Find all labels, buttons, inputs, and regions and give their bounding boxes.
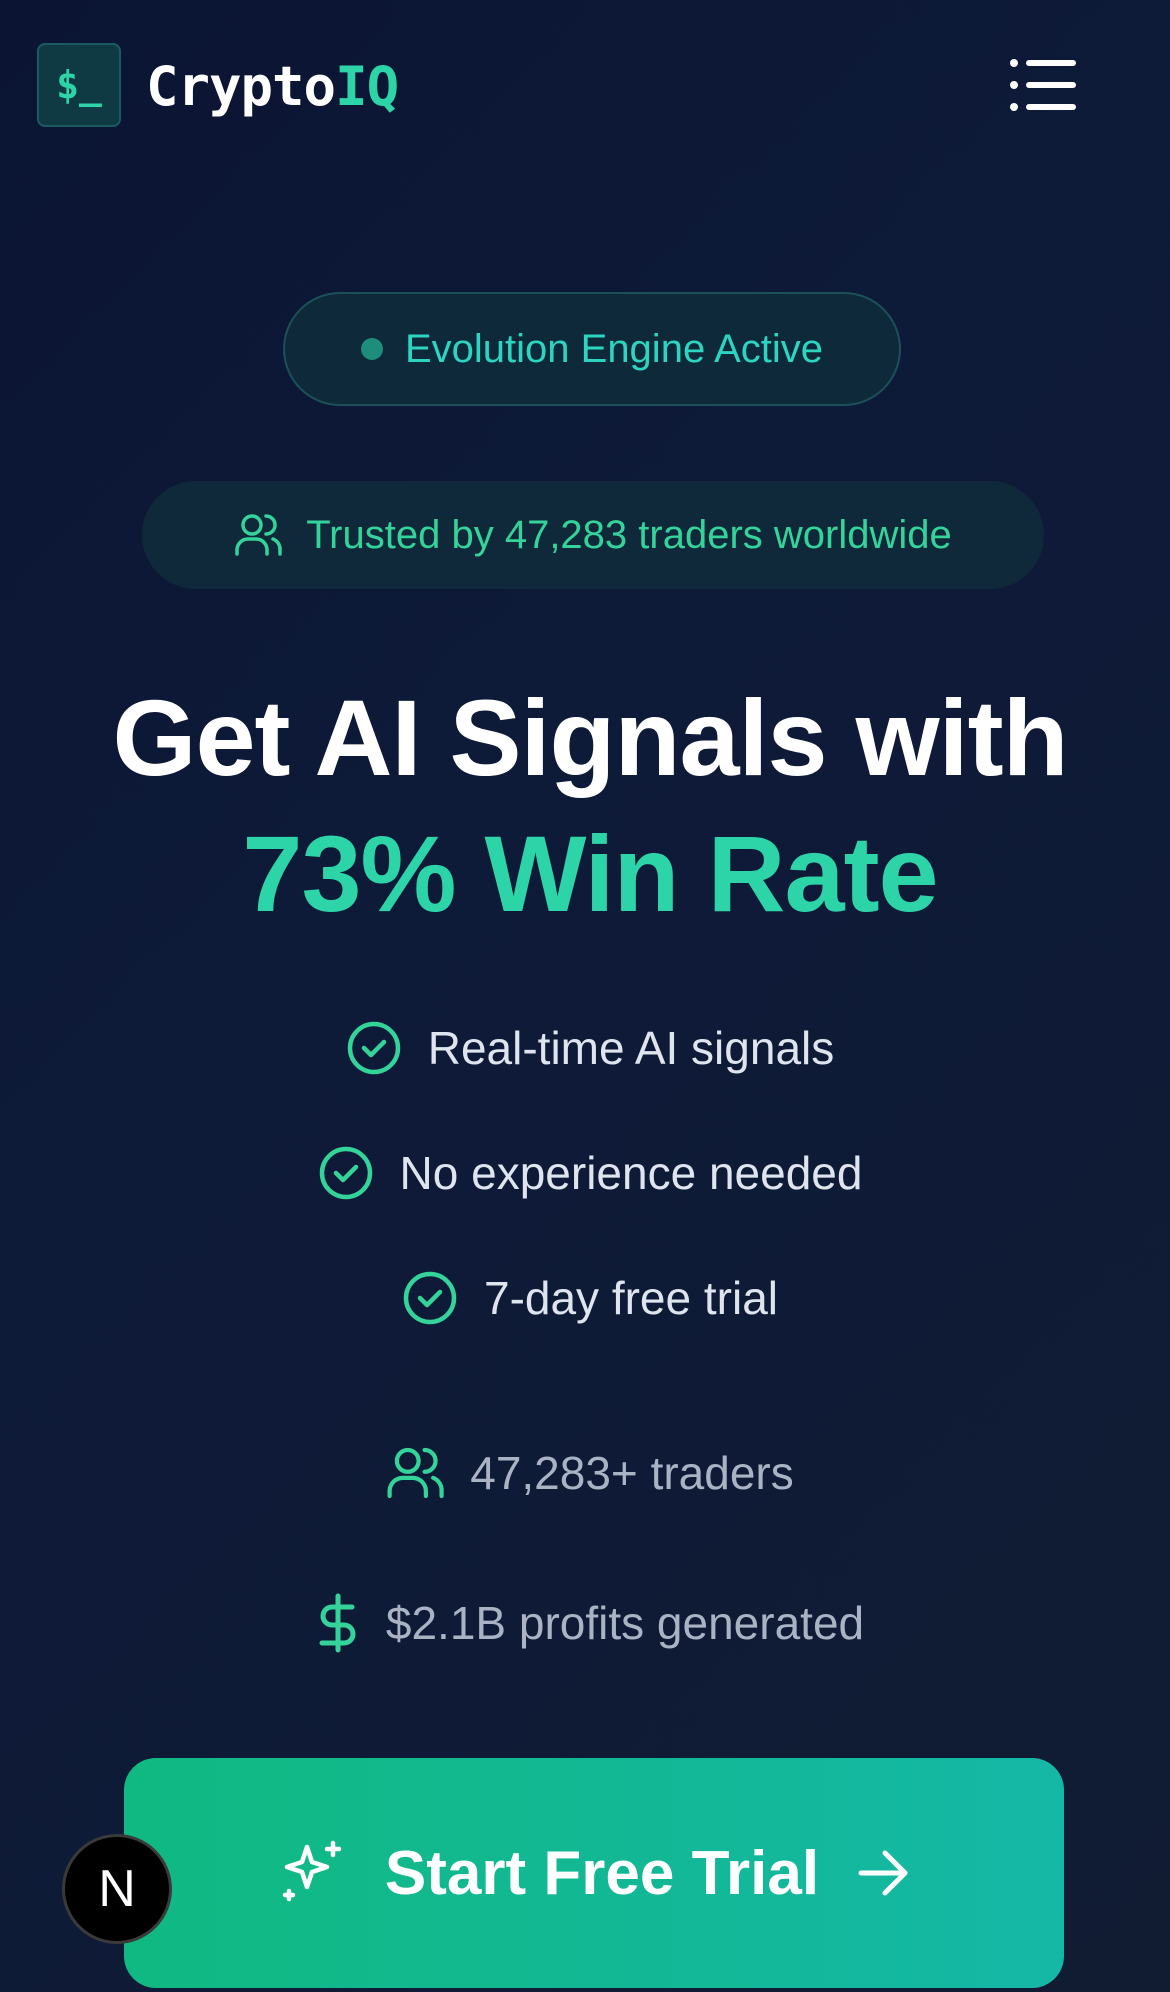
logo-icon[interactable]: $_ <box>37 43 121 127</box>
feature-item: No experience needed <box>0 1138 1170 1208</box>
arrow-right-icon <box>858 1850 908 1896</box>
feature-item: 7-day free trial <box>0 1263 1170 1333</box>
headline-line-2: 73% Win Rate <box>242 813 938 934</box>
feature-label: 7-day free trial <box>483 1272 778 1324</box>
check-circle-icon <box>347 1021 400 1075</box>
stat-label: 47,283+ traders <box>470 1447 794 1499</box>
check-circle-icon <box>319 1146 372 1200</box>
feature-label: Real-time AI signals <box>427 1022 835 1074</box>
users-icon <box>387 1447 444 1499</box>
status-badge: Evolution Engine Active <box>283 292 901 406</box>
check-circle-icon <box>403 1271 457 1325</box>
trust-badge: Trusted by 47,283 traders worldwide <box>142 481 1044 589</box>
users-icon <box>235 514 282 556</box>
start-free-trial-button[interactable]: Start Free Trial <box>124 1758 1064 1988</box>
stat-item: $2.1B profits generated <box>0 1588 1170 1658</box>
header: $_ CryptoIQ <box>0 0 1170 170</box>
brand-accent: IQ <box>335 55 399 118</box>
status-dot-icon <box>360 338 383 360</box>
feature-label: No experience needed <box>399 1147 863 1199</box>
headline-line-1: Get AI Signals with <box>112 677 1068 798</box>
dollar-icon <box>319 1593 356 1653</box>
stat-label: $2.1B profits generated <box>385 1597 865 1649</box>
dev-tools-badge[interactable]: N <box>62 1834 172 1944</box>
trust-badge-label: Trusted by 47,283 traders worldwide <box>306 512 952 557</box>
menu-button[interactable] <box>1010 58 1076 112</box>
menu-icon <box>1010 59 1076 111</box>
status-badge-label: Evolution Engine Active <box>404 326 824 371</box>
sparkles-icon <box>282 1840 342 1902</box>
stat-item: 47,283+ traders <box>0 1438 1170 1508</box>
brand-name[interactable]: CryptoIQ <box>146 52 399 122</box>
cta-label: Start Free Trial <box>384 1838 820 1908</box>
feature-item: Real-time AI signals <box>0 1013 1170 1083</box>
hero-headline: Get AI Signals with 73% Win Rate <box>0 670 1170 942</box>
brand-main: Crypto <box>146 55 336 118</box>
